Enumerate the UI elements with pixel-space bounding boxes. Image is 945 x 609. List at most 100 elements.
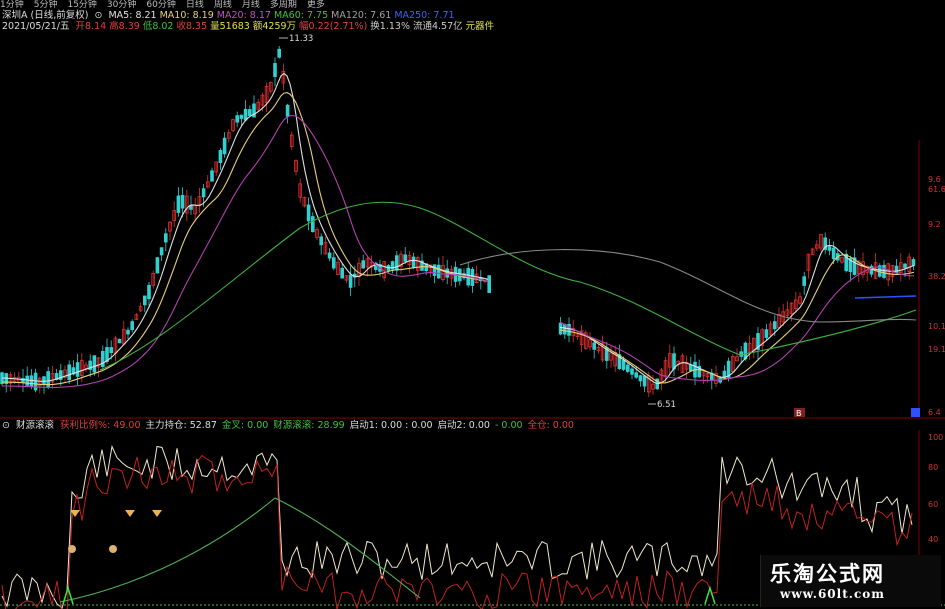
candle-body (92, 355, 97, 373)
candle-body (155, 257, 160, 274)
level-line (854, 295, 917, 299)
ma20-line (2, 114, 915, 388)
candle-body (432, 264, 437, 276)
candle-body (689, 364, 693, 372)
ma10-line (1, 92, 915, 386)
candle-body (42, 376, 46, 386)
candle-body (75, 362, 80, 377)
candle-body (235, 115, 240, 123)
candle-body (310, 216, 315, 233)
price-tick: 9.2 (928, 220, 941, 229)
diamond-icon (152, 510, 162, 517)
buy-marker-label: B (796, 409, 802, 418)
candle-body (247, 109, 252, 117)
candle-body (109, 347, 114, 354)
candle-body (394, 255, 399, 271)
candle-body (67, 364, 72, 381)
candle-body (827, 246, 832, 251)
watermark-brand: 乐淘公式网 (770, 561, 885, 586)
candle-body (903, 263, 907, 269)
candle-body (29, 375, 34, 387)
candle-body (218, 149, 223, 164)
diamond-icon (125, 510, 135, 517)
candle-body (802, 276, 806, 286)
money-bag-icon (109, 545, 117, 553)
money-bag-icon (68, 545, 76, 553)
candle-body (630, 368, 634, 375)
indicator-value: 启动2: 0.00 (437, 420, 490, 431)
candle-body (634, 372, 638, 378)
indicator-value: 财源滚滚: 28.99 (273, 420, 345, 431)
ma5-line (1, 72, 915, 385)
signal-spike-icon (704, 585, 716, 605)
candle-body (436, 264, 441, 279)
indicator-value: 启动1: 0.00 : 0.00 (349, 420, 433, 431)
candle-body (764, 329, 769, 338)
price-tick: 6.4 (928, 408, 941, 417)
indicator-value: 全仓: 0.00 (527, 420, 574, 431)
candle-body (243, 108, 248, 121)
chart-canvas[interactable]: 11.33 6.51 B (0, 0, 945, 609)
candle-body (176, 195, 181, 213)
candlestick-series (0, 46, 916, 398)
candle-body (331, 257, 336, 269)
candle-body (210, 170, 214, 182)
candle-body (306, 204, 311, 222)
candle-body (327, 252, 332, 259)
indicator-tick: 100 (928, 433, 944, 442)
indicator-value: 主力持仓: 52.87 (145, 420, 217, 431)
candle-body (773, 321, 777, 330)
moving-average-lines (1, 72, 917, 388)
candle-body (126, 329, 130, 335)
candle-body (882, 264, 886, 278)
high-price-label: 11.33 (289, 34, 313, 44)
candle-body (638, 375, 643, 382)
candle-body (411, 256, 416, 268)
ma60-line (99, 201, 917, 371)
price-tick: 38.2 (928, 272, 945, 281)
low-price-label: 6.51 (657, 400, 676, 410)
candle-body (626, 364, 630, 372)
candle-body (147, 284, 151, 300)
indicator-name: 财源滚滚 (16, 420, 55, 431)
price-tick: 61.6 (928, 185, 945, 194)
candle-body (101, 351, 105, 368)
candle-body (592, 342, 596, 350)
candle-body (159, 247, 164, 256)
candle-body (130, 321, 135, 330)
indicator-legend: ⊙ 财源滚滚 获利比例%: 49.00 主力持仓: 52.87 金叉: 0.00 财源… (2, 420, 582, 431)
candle-body (239, 114, 244, 119)
candle-body (487, 275, 491, 293)
candle-body (163, 233, 168, 243)
candle-body (117, 338, 122, 344)
candle-body (558, 322, 563, 335)
diamond-icon (70, 510, 80, 517)
candle-body (273, 63, 277, 77)
candle-body (340, 267, 344, 279)
candle-body (621, 359, 626, 370)
indicator-tick: 60 (928, 500, 939, 509)
indicator-tick: 40 (928, 535, 939, 544)
candle-body (911, 259, 916, 267)
candle-body (348, 274, 353, 288)
candle-body (222, 137, 227, 155)
candle-body (319, 236, 323, 246)
candle-body (277, 48, 281, 58)
indicator-value: 获利比例%: 49.00 (60, 420, 141, 431)
candle-body (403, 254, 407, 262)
scroll-marker[interactable] (911, 408, 920, 417)
settings-icon[interactable]: ⊙ (2, 420, 10, 431)
candle-body (25, 375, 29, 386)
watermark-url: www.60lt.com (780, 587, 885, 601)
candle-body (831, 247, 836, 260)
indicator-value: 金叉: 0.00 (221, 420, 269, 431)
price-tick: 19.1 (928, 345, 945, 354)
candle-body (361, 260, 365, 269)
candle-body (642, 375, 647, 387)
indicator-markers (62, 510, 716, 605)
price-tick: 9.6 (928, 175, 941, 184)
price-tick: 10.1 (928, 322, 945, 331)
indicator-value: - 0.00 (494, 420, 523, 431)
candle-body (142, 295, 147, 306)
indicator-tick: 80 (928, 463, 939, 472)
